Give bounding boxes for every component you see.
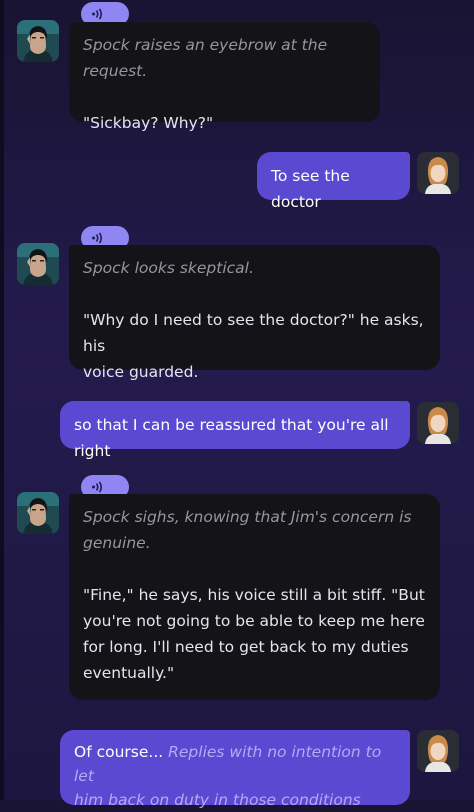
user-message-bubble: Of course... Replies with no intention t… xyxy=(60,730,410,809)
bot-message-bubble: Spock looks skeptical. "Why do I need to… xyxy=(69,245,440,381)
user-avatar[interactable] xyxy=(417,402,459,444)
speech-text-line: you're not going to be able to keep me h… xyxy=(83,612,425,630)
speech-text-line: eventually." xyxy=(83,664,175,682)
user-message-bubble: so that I can be reassured that you're a… xyxy=(60,401,410,460)
roleplay-action-text-line: genuine. xyxy=(83,534,151,552)
speech-text-line: "Fine," he says, his voice still a bit s… xyxy=(83,586,425,604)
bot-message-bubble: Spock raises an eyebrow at the request. … xyxy=(69,22,380,132)
roleplay-action-text: Spock raises an eyebrow at the request. xyxy=(83,36,328,80)
user-message-text: so that I can be reassured that you're a… xyxy=(74,416,389,460)
user-avatar[interactable] xyxy=(417,152,459,194)
roleplay-action-text-line: Spock sighs, knowing that Jim's concern … xyxy=(83,508,412,526)
spock-avatar[interactable] xyxy=(17,243,59,285)
spock-avatar[interactable] xyxy=(17,492,59,534)
speaker-waves-icon xyxy=(92,481,103,493)
speaker-waves-icon xyxy=(92,232,103,244)
spock-avatar[interactable] xyxy=(17,20,59,62)
user-message-bubble: To see the doctor xyxy=(257,152,410,211)
speech-text-line: for long. I'll need to get back to my du… xyxy=(83,638,409,656)
speech-text-line: "Why do I need to see the doctor?" he as… xyxy=(83,311,424,355)
speech-text: "Sickbay? Why?" xyxy=(83,114,214,132)
window-left-border xyxy=(0,0,4,800)
bot-message-bubble: Spock sighs, knowing that Jim's concern … xyxy=(69,494,440,700)
speaker-waves-icon xyxy=(92,8,103,20)
speech-text-line: voice guarded. xyxy=(83,363,199,381)
user-message-text: Of course... xyxy=(74,743,164,761)
user-avatar[interactable] xyxy=(417,730,459,772)
roleplay-action-text-line: him back on duty in those conditions xyxy=(74,791,361,809)
user-message-text: To see the doctor xyxy=(271,167,350,211)
roleplay-action-text: Spock looks skeptical. xyxy=(83,259,254,277)
